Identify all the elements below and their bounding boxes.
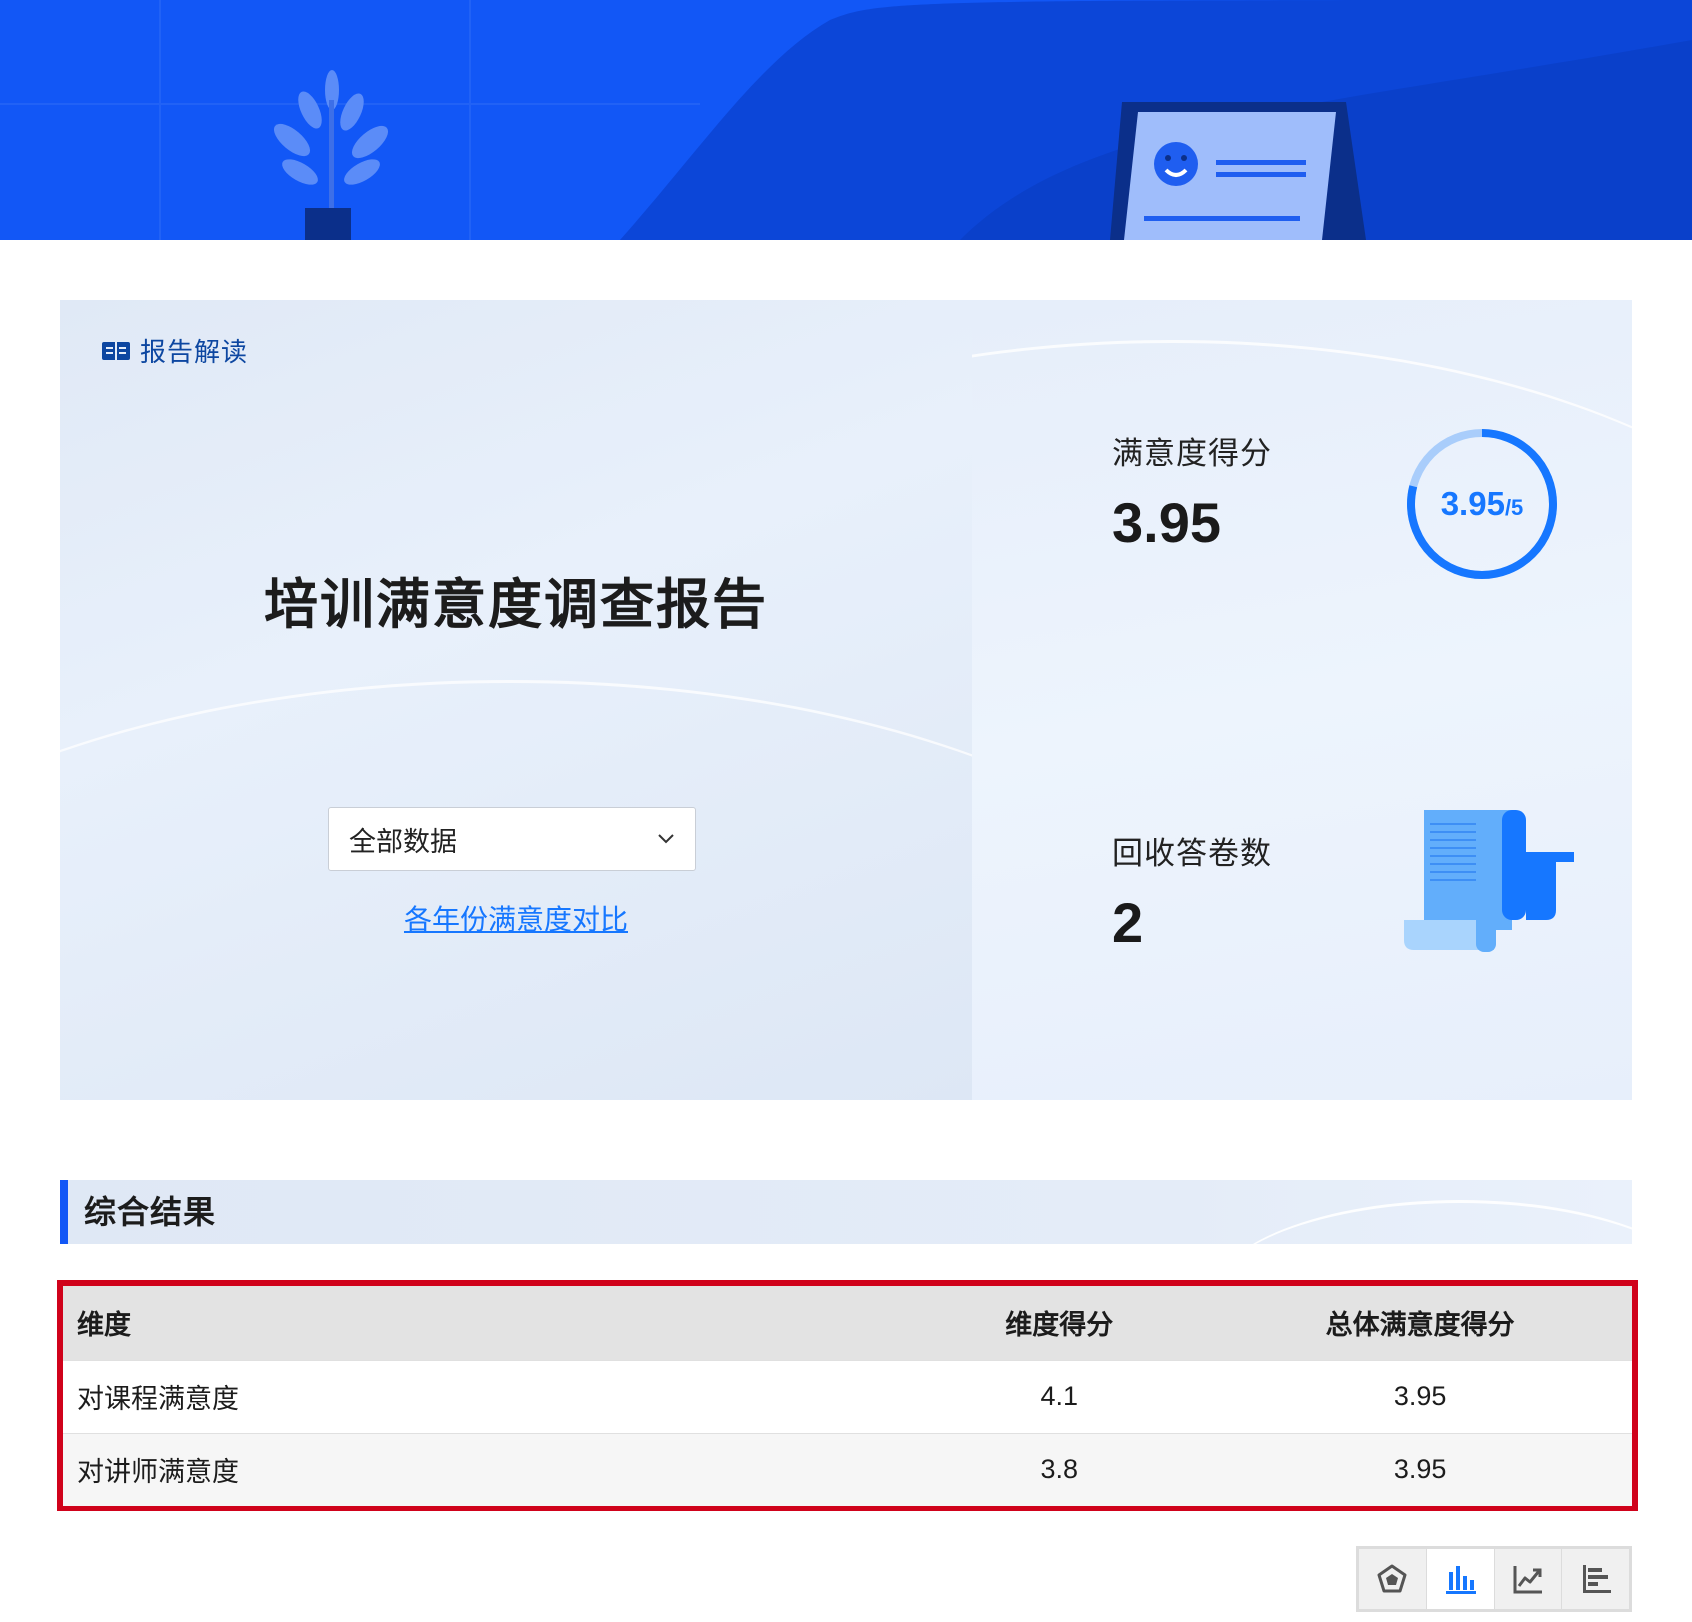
section-accent-bar [60,1180,68,1244]
column-header-dimension: 维度 [63,1286,911,1360]
dimension-score-cell: 3.8 [910,1432,1209,1506]
dimension-score-cell: 4.1 [910,1359,1209,1433]
horizontal-bar-chart-icon [1582,1565,1611,1593]
decorative-arc [1210,1200,1632,1244]
survey-card-illustration [1110,102,1366,240]
page-title: 培训满意度调查报告 [264,575,768,635]
summary-left-panel: 报告解读 培训满意度调查报告 全部数据 各年份满意度对比 [60,300,972,1100]
column-header-dimension-score: 维度得分 [910,1286,1209,1360]
dimension-cell: 对讲师满意度 [63,1432,911,1506]
table-row: 对讲师满意度 3.8 3.95 [63,1432,1632,1506]
book-icon [102,341,130,360]
radar-chart-button[interactable] [1359,1549,1427,1609]
chevron-down-icon [658,834,674,844]
line-chart-icon [1513,1566,1542,1594]
header-banner [0,0,1692,240]
chart-type-toolbar [1356,1546,1632,1612]
overall-results-table-highlight: 维度 维度得分 总体满意度得分 对课程满意度 4.1 3.95 对讲师满意度 3… [57,1280,1638,1511]
summary-card: 报告解读 培训满意度调查报告 全部数据 各年份满意度对比 满意度得分 3.95 … [60,300,1632,1100]
satisfaction-score-label: 满意度得分 [1112,436,1272,471]
horizontal-bar-chart-button[interactable] [1562,1549,1629,1609]
table-header-row: 维度 维度得分 总体满意度得分 [63,1286,1632,1360]
section-title: 综合结果 [84,1194,217,1230]
column-header-overall-score: 总体满意度得分 [1208,1286,1632,1360]
ring-score-text: 3.95 /5 [1404,426,1560,582]
ring-score-value: 3.95 [1440,485,1505,522]
decorative-arc [60,680,972,1100]
plant-icon [273,70,389,240]
radar-chart-icon [1377,1564,1407,1593]
banner-illustration [0,0,1692,240]
scroll-document-icon [1404,810,1574,952]
overall-score-cell: 3.95 [1208,1432,1632,1506]
report-interpretation-tag[interactable]: 报告解读 [102,332,248,369]
satisfaction-score-value: 3.95 [1112,491,1221,554]
summary-right-panel: 满意度得分 3.95 3.95 /5 回收答卷数 2 [972,300,1632,1100]
overall-results-table: 维度 维度得分 总体满意度得分 对课程满意度 4.1 3.95 对讲师满意度 3… [63,1286,1632,1506]
overall-score-cell: 3.95 [1208,1359,1632,1433]
bar-chart-icon [1446,1566,1477,1594]
ring-score-max: /5 [1504,495,1524,520]
bar-chart-button[interactable] [1426,1549,1495,1609]
yearly-comparison-link[interactable]: 各年份满意度对比 [60,898,972,938]
dimension-cell: 对课程满意度 [63,1359,911,1433]
table-row: 对课程满意度 4.1 3.95 [63,1359,1632,1433]
data-scope-select[interactable]: 全部数据 [328,807,696,871]
section-header-overall-results: 综合结果 [60,1180,1632,1244]
data-scope-select-value: 全部数据 [349,826,457,857]
report-tag-label: 报告解读 [140,337,249,367]
responses-count-label: 回收答卷数 [1112,836,1272,871]
line-chart-button[interactable] [1495,1549,1563,1609]
responses-count-value: 2 [1112,891,1144,954]
